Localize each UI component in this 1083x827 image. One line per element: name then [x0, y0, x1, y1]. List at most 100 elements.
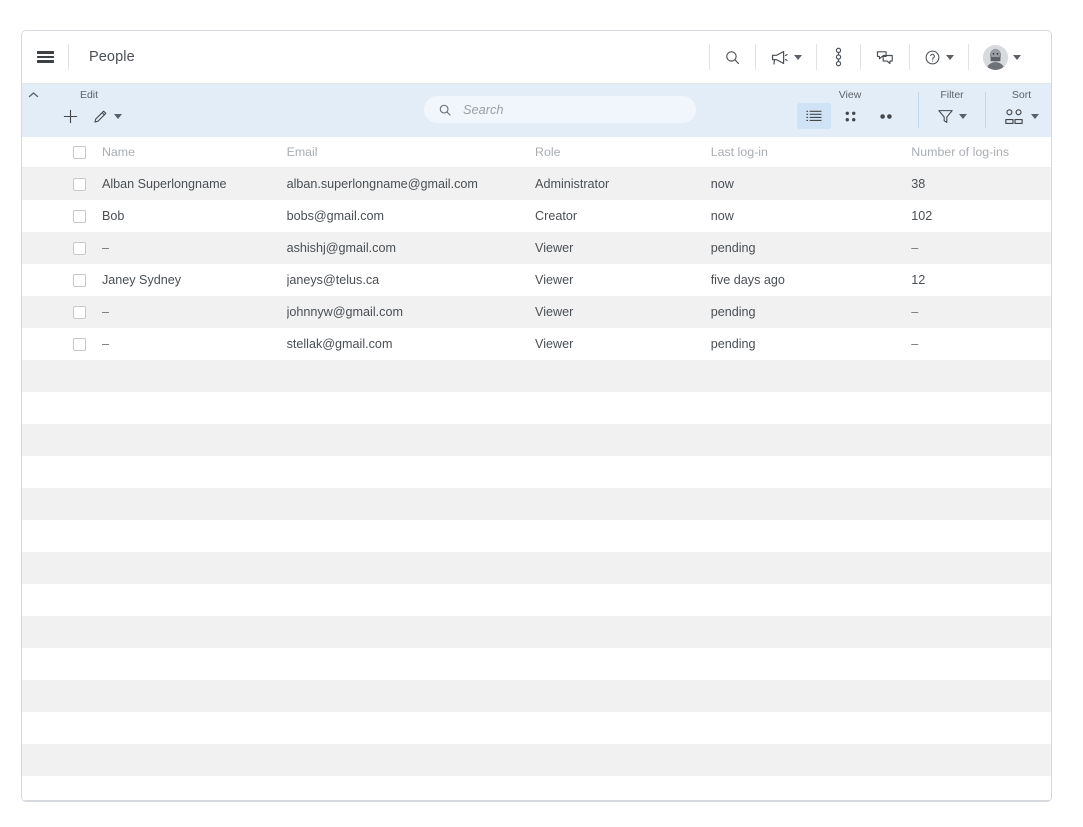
- action-toolbar: Edit View Filter Sort Search: [22, 84, 1051, 137]
- chevron-down-icon: [114, 113, 122, 119]
- search-icon: [439, 104, 451, 116]
- cell-email: janeys@telus.ca: [286, 273, 380, 287]
- cell-name: –: [101, 305, 109, 319]
- cell-last-login: pending: [710, 305, 756, 319]
- table-header-row: Name Email Role Last log-in Number of lo…: [22, 137, 1051, 168]
- edit-button[interactable]: [89, 103, 125, 129]
- search-icon[interactable]: [710, 31, 755, 83]
- column-header-number-of-logins[interactable]: Number of log-ins: [911, 145, 1051, 159]
- row-select-cell: [22, 177, 102, 191]
- column-header-role[interactable]: Role: [535, 145, 711, 159]
- table-row[interactable]: – ashishj@gmail.com Viewer pending –: [22, 232, 1051, 264]
- chevron-down-icon: [1031, 113, 1039, 119]
- toolbar-group-label: Sort: [1011, 89, 1032, 101]
- cell-role: Viewer: [535, 241, 574, 255]
- cell-role: Administrator: [535, 177, 610, 191]
- row-checkbox[interactable]: [73, 177, 86, 191]
- add-button[interactable]: [53, 103, 87, 129]
- row-checkbox[interactable]: [73, 305, 86, 319]
- table-empty-row: [22, 392, 1051, 424]
- table-empty-rows-container: [22, 360, 1051, 800]
- row-checkbox[interactable]: [73, 209, 86, 223]
- chevron-down-icon: [959, 113, 967, 119]
- search-box[interactable]: [424, 96, 696, 123]
- collapse-toolbar-button[interactable]: [22, 84, 44, 137]
- cell-name: Janey Sydney: [101, 273, 182, 287]
- table-row[interactable]: Bob bobs@gmail.com Creator now 102: [22, 200, 1051, 232]
- table-row[interactable]: – johnnyw@gmail.com Viewer pending –: [22, 296, 1051, 328]
- table-empty-row: [22, 360, 1051, 392]
- chat-icon[interactable]: [861, 31, 909, 83]
- row-select-cell: [22, 305, 102, 319]
- cell-role: Creator: [535, 209, 578, 223]
- cell-name: –: [101, 241, 109, 255]
- table-empty-row: [22, 520, 1051, 552]
- table-empty-row: [22, 424, 1051, 456]
- table-empty-row: [22, 744, 1051, 776]
- cell-email: bobs@gmail.com: [286, 209, 385, 223]
- toolbar-group-view: View: [788, 84, 912, 137]
- select-all-checkbox[interactable]: [73, 145, 86, 159]
- toolbar-separator: [985, 92, 986, 128]
- column-header-email[interactable]: Email: [287, 145, 535, 159]
- announcements-icon[interactable]: [756, 31, 816, 83]
- hamburger-bar: [36, 51, 54, 54]
- row-checkbox[interactable]: [73, 273, 86, 287]
- table-empty-row: [22, 712, 1051, 744]
- view-grid-button[interactable]: [833, 103, 867, 129]
- view-list-button[interactable]: [797, 103, 831, 129]
- help-icon[interactable]: [910, 31, 968, 83]
- cell-role: Viewer: [535, 273, 574, 287]
- toolbar-group-sort: Sort: [992, 84, 1051, 137]
- cell-number-of-logins: 102: [911, 209, 933, 223]
- toolbar-group-label: Edit: [79, 89, 99, 101]
- toolbar-group-filter: Filter: [925, 84, 979, 137]
- cell-last-login: five days ago: [710, 273, 785, 287]
- table-empty-row: [22, 584, 1051, 616]
- filter-button[interactable]: [934, 103, 970, 129]
- cell-number-of-logins: 12: [911, 273, 926, 287]
- chevron-down-icon: [1013, 54, 1021, 60]
- cell-name: Bob: [101, 209, 125, 223]
- chevron-down-icon: [794, 54, 802, 60]
- page-title: People: [89, 49, 135, 65]
- app-window: People Edit View Filter Sort Search Name…: [21, 30, 1052, 802]
- workflow-icon[interactable]: [817, 31, 860, 83]
- cell-number-of-logins: –: [911, 241, 919, 255]
- view-cards-button[interactable]: [869, 103, 903, 129]
- toolbar-group-label: View: [838, 89, 862, 101]
- row-select-cell: [22, 273, 102, 287]
- table-row[interactable]: Janey Sydney janeys@telus.ca Viewer five da…: [22, 264, 1051, 296]
- cell-last-login: now: [710, 177, 734, 191]
- column-header-name[interactable]: Name: [102, 145, 287, 159]
- row-checkbox[interactable]: [73, 241, 86, 255]
- table-row[interactable]: – stellak@gmail.com Viewer pending –: [22, 328, 1051, 360]
- table-empty-row: [22, 648, 1051, 680]
- table-row[interactable]: Alban Superlongname alban.superlongname@g…: [22, 168, 1051, 200]
- table-empty-row: [22, 616, 1051, 648]
- row-select-cell: [22, 241, 102, 255]
- toolbar-group-items: [53, 103, 125, 129]
- sort-button[interactable]: [1001, 103, 1042, 129]
- toolbar-group-items: [934, 103, 970, 129]
- table-rows-container: Alban Superlongname alban.superlongname@g…: [22, 168, 1051, 360]
- cell-last-login: pending: [710, 337, 756, 351]
- toolbar-separator: [918, 92, 919, 128]
- cell-name: Alban Superlongname: [101, 177, 227, 191]
- search-input[interactable]: [461, 101, 682, 118]
- cell-last-login: now: [710, 209, 734, 223]
- table-empty-row: [22, 552, 1051, 584]
- hamburger-bar: [36, 60, 54, 63]
- toolbar-group-edit: Edit: [44, 84, 134, 137]
- hamburger-menu-icon[interactable]: [22, 31, 68, 83]
- row-select-cell: [22, 337, 102, 351]
- column-header-last-login[interactable]: Last log-in: [711, 145, 912, 159]
- cell-last-login: pending: [710, 241, 756, 255]
- cell-email: stellak@gmail.com: [286, 337, 393, 351]
- row-checkbox[interactable]: [73, 337, 86, 351]
- account-menu[interactable]: [969, 31, 1035, 83]
- toolbar-group-label: Filter: [940, 89, 964, 101]
- toolbar-group-items: [1001, 103, 1042, 129]
- hamburger-bar: [36, 55, 54, 59]
- header-right-section: [709, 31, 1035, 83]
